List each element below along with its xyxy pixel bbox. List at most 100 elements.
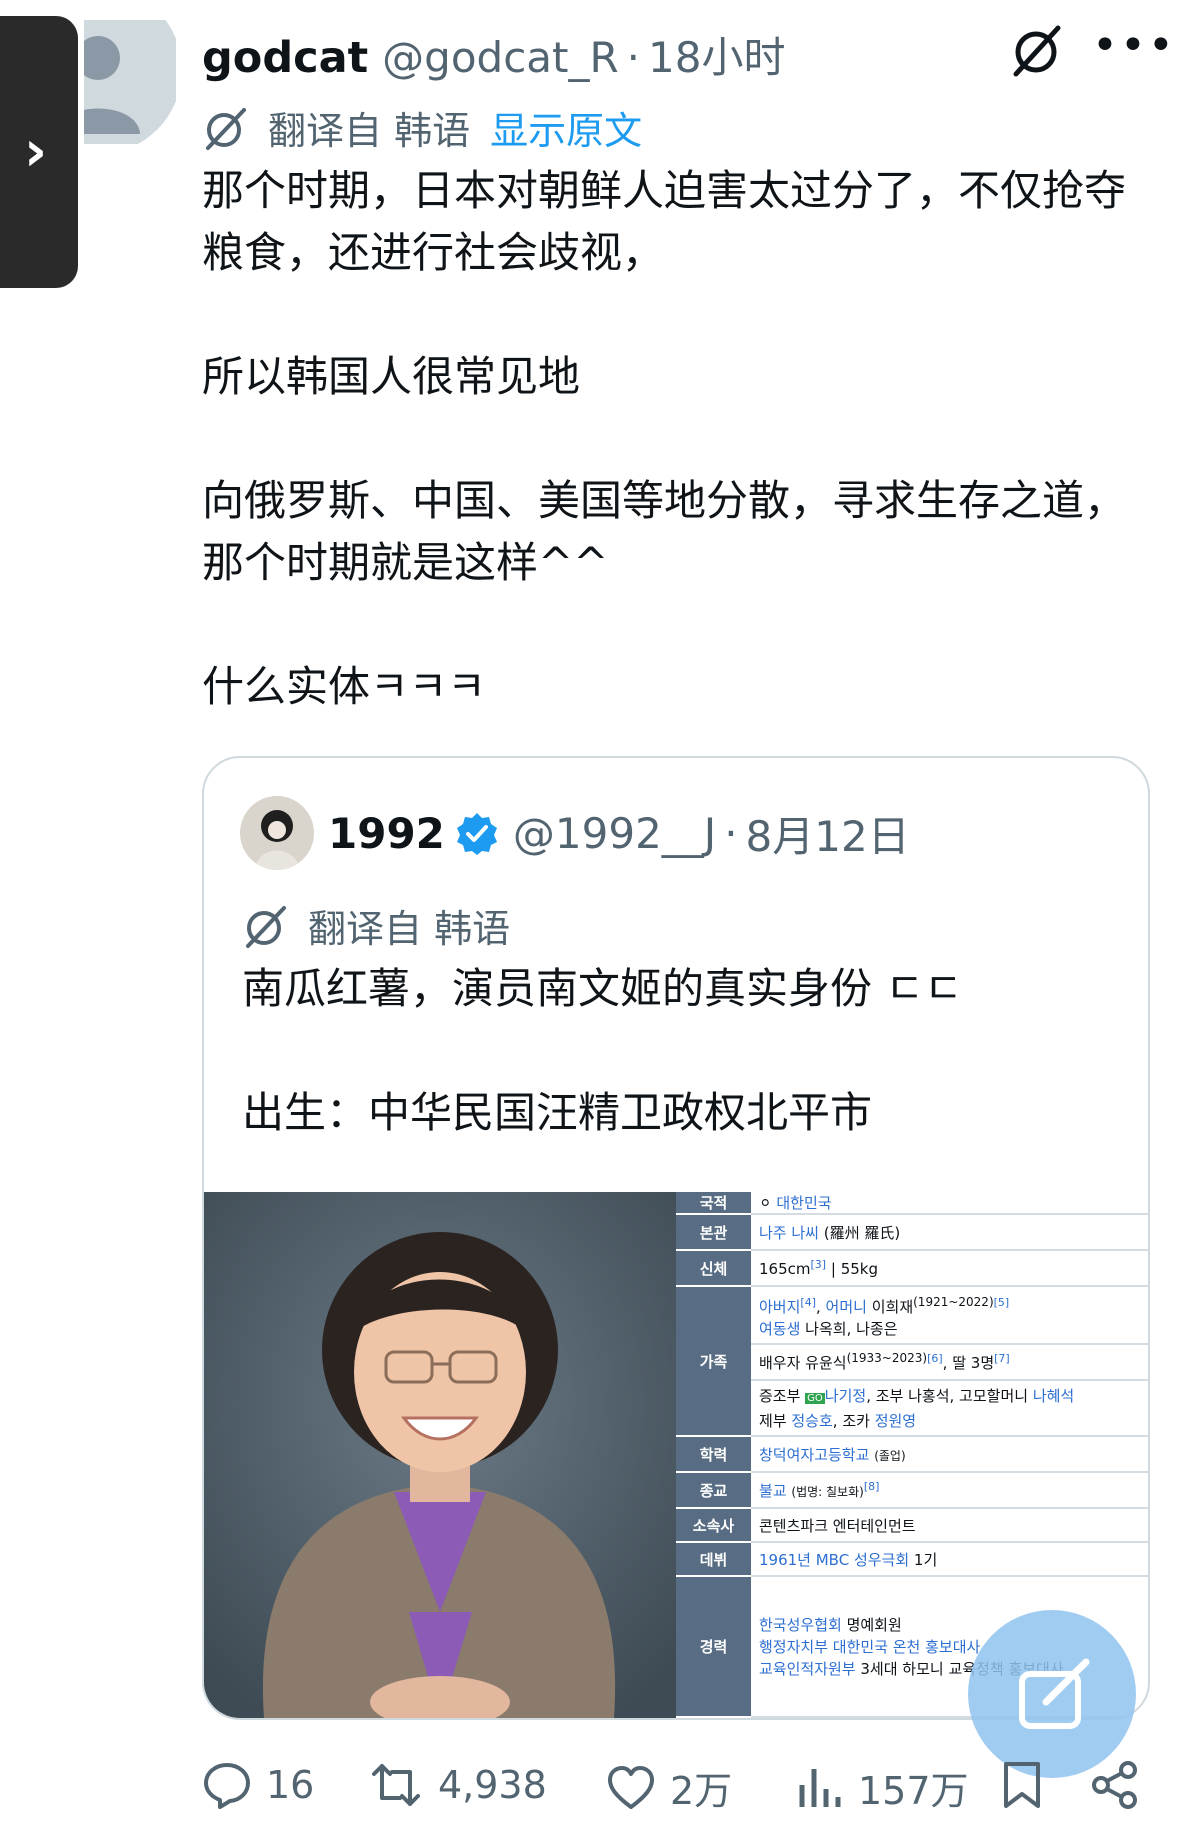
info-value: , 조부 나홍석, 고모할머니 xyxy=(866,1386,1033,1405)
more-icon[interactable]: ••• xyxy=(1092,20,1176,71)
quoted-body: 南瓜红薯，演员南文姬的真实身份 ㄷㄷ 出生：中华民国汪精卫政权北平市 xyxy=(242,958,1122,1144)
views-button[interactable]: 157万 xyxy=(794,1760,969,1815)
info-key: 경력 xyxy=(676,1576,751,1718)
info-value: 나옥희, 나종은 xyxy=(800,1319,898,1338)
info-key: 신체 xyxy=(676,1250,751,1287)
chevron-right-icon: › xyxy=(24,119,48,184)
info-value: 이희재 xyxy=(866,1297,914,1316)
info-value: 배우자 유윤식 xyxy=(759,1354,847,1372)
info-link[interactable]: 행정자치부 대한민국 온천 홍보대사 xyxy=(759,1638,980,1656)
separator-dot: · xyxy=(626,33,641,82)
show-original-link[interactable]: 显示原文 xyxy=(490,100,642,155)
info-value: , 딸 3명 xyxy=(942,1354,995,1372)
info-ref[interactable]: [6] xyxy=(927,1352,943,1365)
info-ref[interactable]: [7] xyxy=(994,1352,1010,1365)
info-link[interactable]: 대한민국 xyxy=(776,1194,831,1212)
tweet-paragraph: 那个时期，日本对朝鲜人迫害太过分了，不仅抢夺粮食，还进行社会歧视， xyxy=(202,166,1127,277)
separator-dot: · xyxy=(724,808,738,858)
compose-button[interactable] xyxy=(968,1610,1136,1778)
tweet-body: 那个时期，日本对朝鲜人迫害太过分了，不仅抢夺粮食，还进行社会歧视， 所以韩国人很… xyxy=(202,160,1132,718)
quoted-handle[interactable]: @1992__J xyxy=(513,809,716,858)
info-key: 소속사 xyxy=(676,1508,751,1543)
go-badge: GO xyxy=(805,1392,825,1404)
info-value: 제부 xyxy=(759,1411,792,1430)
retweet-icon xyxy=(372,1764,420,1806)
info-value: 증조부 xyxy=(759,1386,806,1405)
info-link[interactable]: 불교 xyxy=(759,1482,787,1500)
tweet-time[interactable]: 18小时 xyxy=(648,24,785,85)
like-count: 2万 xyxy=(670,1769,733,1813)
quoted-paragraph: 出生：中华民国汪精卫政权北平市 xyxy=(242,1088,873,1137)
info-key: 가족 xyxy=(676,1286,751,1437)
korea-flag-icon: ⚪ xyxy=(759,1194,772,1212)
info-link[interactable]: 정원영 xyxy=(875,1412,916,1430)
info-key: 본관 xyxy=(676,1214,751,1251)
info-ref[interactable]: [5] xyxy=(994,1296,1010,1309)
grok-icon[interactable] xyxy=(1010,22,1066,78)
views-icon xyxy=(799,1768,841,1807)
info-link[interactable]: 아버지 xyxy=(759,1298,800,1316)
info-link[interactable]: 1961년 MBC 성우극회 xyxy=(759,1551,909,1569)
quoted-paragraph: 南瓜红薯，演员南文姬的真实身份 ㄷㄷ xyxy=(242,964,963,1013)
translate-icon xyxy=(206,107,246,150)
quoted-date[interactable]: 8月12日 xyxy=(746,803,910,864)
bookmark-icon xyxy=(1004,1762,1040,1808)
info-value: (1933~2023) xyxy=(846,1351,928,1365)
info-link[interactable]: 교육인적자원부 xyxy=(759,1660,856,1678)
translated-from-label: 翻译自 韩语 xyxy=(308,907,511,951)
info-value: , 조카 xyxy=(832,1411,875,1430)
info-value: 1기 xyxy=(909,1550,938,1569)
reply-count: 16 xyxy=(266,1763,315,1807)
info-ref[interactable]: [8] xyxy=(864,1480,880,1493)
quoted-tweet[interactable]: 1992 @1992__J · 8月12日 翻译自 韩语 南瓜红薯，演员南文姬的… xyxy=(202,756,1150,1720)
info-value: (졸업) xyxy=(874,1448,906,1463)
translated-from-label: 翻译自 韩语 xyxy=(268,109,471,153)
info-ref[interactable]: [3] xyxy=(811,1258,827,1271)
compose-icon xyxy=(1019,1658,1090,1729)
bookmark-button[interactable] xyxy=(1000,1760,1058,1810)
quoted-translation-row: 翻译自 韩语 xyxy=(242,898,510,953)
quoted-display-name[interactable]: 1992 xyxy=(328,809,445,858)
info-value: (羅州 羅氏) xyxy=(823,1223,901,1242)
views-count: 157万 xyxy=(858,1769,969,1813)
avatar[interactable] xyxy=(84,20,176,144)
reply-icon xyxy=(204,1763,250,1809)
quoted-avatar[interactable] xyxy=(240,796,314,870)
translation-row: 翻译自 韩语 显示原文 xyxy=(202,100,642,155)
info-key: 국적 xyxy=(676,1192,751,1215)
info-link[interactable]: 나기정 xyxy=(825,1387,866,1405)
info-value: | 55kg xyxy=(830,1260,878,1278)
like-button[interactable]: 2万 xyxy=(606,1760,732,1815)
info-value: (1921~2022) xyxy=(913,1294,994,1309)
info-link[interactable]: 정승호 xyxy=(791,1412,832,1430)
tweet-paragraph: 什么实体ㅋㅋㅋ xyxy=(202,662,486,711)
side-panel-toggle[interactable]: › xyxy=(0,16,78,288)
info-value: , xyxy=(816,1297,826,1316)
info-link[interactable]: 나혜석 xyxy=(1033,1387,1074,1405)
info-key: 학력 xyxy=(676,1436,751,1473)
info-link[interactable]: 한국성우협회 xyxy=(759,1616,842,1634)
action-bar: 16 4,938 2万 157万 xyxy=(202,1760,1162,1820)
retweet-count: 4,938 xyxy=(438,1763,547,1807)
display-name[interactable]: godcat xyxy=(202,33,368,83)
info-value: (법명: 칠보화) xyxy=(791,1484,864,1499)
reply-button[interactable]: 16 xyxy=(202,1760,314,1810)
info-ref[interactable]: [4] xyxy=(800,1296,816,1309)
verified-badge-icon xyxy=(456,813,497,855)
info-value: 콘텐츠파크 엔터테인먼트 xyxy=(759,1516,916,1535)
retweet-button[interactable]: 4,938 xyxy=(368,1760,547,1810)
portrait-photo xyxy=(204,1192,676,1718)
share-button[interactable] xyxy=(1090,1760,1154,1810)
info-link[interactable]: 나주 나씨 xyxy=(759,1224,819,1242)
info-link[interactable]: 여동생 xyxy=(759,1320,800,1338)
info-value: 165cm xyxy=(759,1260,811,1278)
info-link[interactable]: 어머니 xyxy=(826,1298,867,1316)
tweet-paragraph: 向俄罗斯、中国、美国等地分散，寻求生存之道，那个时期就是这样^^ xyxy=(202,476,1127,587)
user-handle[interactable]: @godcat_R xyxy=(382,33,619,82)
info-link[interactable]: 창덕여자고등학교 xyxy=(759,1446,869,1464)
like-icon xyxy=(608,1765,654,1809)
share-icon xyxy=(1092,1761,1137,1809)
info-key: 종교 xyxy=(676,1472,751,1509)
translate-icon xyxy=(246,905,286,948)
info-key: 데뷔 xyxy=(676,1542,751,1577)
